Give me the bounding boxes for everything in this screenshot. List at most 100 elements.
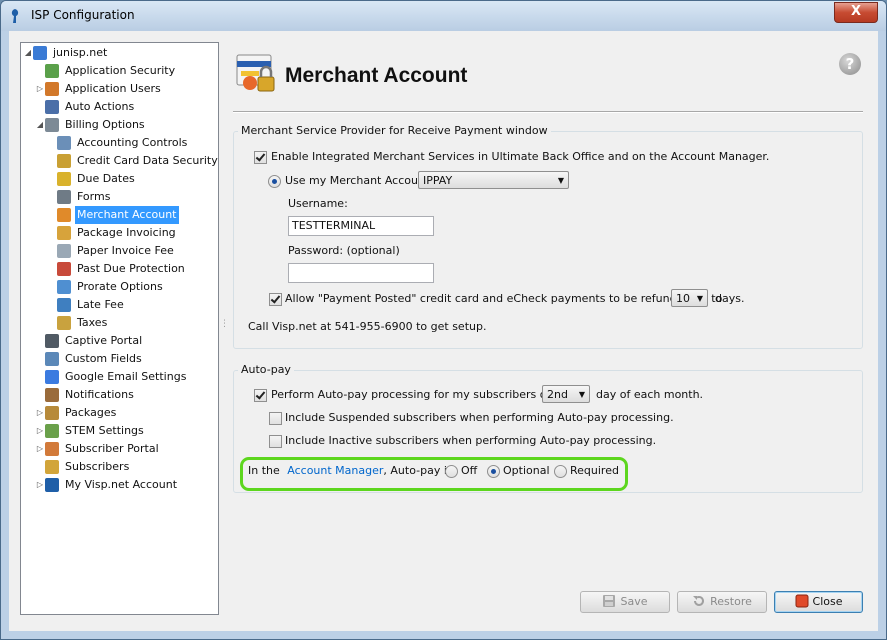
tree-item-paper-invoice-fee[interactable]: Paper Invoice Fee	[21, 242, 216, 260]
tree-item-merchant-account[interactable]: Merchant Account	[21, 205, 216, 225]
shield-icon	[45, 64, 59, 78]
taxes-icon	[57, 316, 71, 330]
tree-item-accounting-controls[interactable]: Accounting Controls	[21, 134, 216, 152]
collapsed-arrow-icon[interactable]: ▷	[35, 422, 45, 440]
autopay-optional-radio[interactable]	[487, 465, 500, 478]
tree-item-prorate-options[interactable]: Prorate Options	[21, 278, 216, 296]
window-title: ISP Configuration	[31, 8, 135, 22]
tree-item-application-users[interactable]: ▷ Application Users	[21, 80, 216, 98]
merchant-group-title: Merchant Service Provider for Receive Pa…	[238, 124, 551, 137]
portal-icon	[45, 334, 59, 348]
enable-merchant-label: Enable Integrated Merchant Services in U…	[271, 150, 770, 163]
package-invoice-icon	[57, 226, 71, 240]
merchant-provider-value: IPPAY	[423, 174, 453, 187]
tree-item-subscribers[interactable]: Subscribers	[21, 458, 216, 476]
tree-item-label: Credit Card Data Security	[77, 154, 218, 167]
autopay-off-label: Off	[461, 464, 478, 477]
clock-icon	[45, 100, 59, 114]
tree-item-stem-settings[interactable]: ▷ STEM Settings	[21, 422, 216, 440]
tree-item-my-visp-net-account[interactable]: ▷ My Visp.net Account	[21, 476, 216, 494]
chevron-down-icon: ▼	[557, 176, 564, 185]
subscriber-portal-icon	[45, 442, 59, 456]
allow-refund-checkbox[interactable]	[269, 293, 282, 306]
expanded-arrow-icon[interactable]: ◢	[23, 44, 33, 62]
expanded-arrow-icon[interactable]: ◢	[35, 116, 45, 134]
tree-item-credit-card-data-security[interactable]: Credit Card Data Security	[21, 152, 218, 170]
visp-logo-icon	[11, 9, 19, 23]
autopay-required-radio[interactable]	[554, 465, 567, 478]
autopay-required-label: Required	[570, 464, 619, 477]
google-icon	[45, 370, 59, 384]
tree-item-label: Package Invoicing	[77, 226, 176, 239]
title-bar[interactable]: ISP Configuration X	[1, 1, 886, 31]
packages-icon	[45, 406, 59, 420]
merchant-provider-select[interactable]: IPPAY ▼	[418, 171, 569, 189]
autopay-group-title: Auto-pay	[238, 363, 294, 376]
tree-item-auto-actions[interactable]: Auto Actions	[21, 98, 216, 116]
tree-item-label: Captive Portal	[65, 334, 143, 347]
collapsed-arrow-icon[interactable]: ▷	[35, 440, 45, 458]
tree-item-junisp-net[interactable]: ◢ junisp.net	[21, 44, 216, 62]
late-fee-icon	[57, 298, 71, 312]
include-inactive-label: Include Inactive subscribers when perfor…	[285, 434, 657, 447]
perform-autopay-checkbox[interactable]	[254, 389, 267, 402]
tree-item-past-due-protection[interactable]: Past Due Protection	[21, 260, 216, 278]
collapsed-arrow-icon[interactable]: ▷	[35, 404, 45, 422]
enable-merchant-checkbox[interactable]	[254, 151, 267, 164]
tree-item-label: Billing Options	[65, 118, 145, 131]
tree-item-label: junisp.net	[53, 46, 108, 59]
merchant-service-group	[233, 131, 863, 349]
tree-item-custom-fields[interactable]: Custom Fields	[21, 350, 216, 368]
splitter-grip[interactable]: ⋮	[220, 319, 229, 333]
call-visp-text: Call Visp.net at 541-955-6900 to get set…	[248, 320, 487, 333]
collapsed-arrow-icon[interactable]: ▷	[35, 80, 45, 98]
use-my-merchant-radio[interactable]	[268, 175, 281, 188]
autopay-off-radio[interactable]	[445, 465, 458, 478]
tree-item-billing-options[interactable]: ◢ Billing Options	[21, 116, 216, 134]
tree-item-label: Taxes	[77, 316, 108, 329]
collapsed-arrow-icon[interactable]: ▷	[35, 476, 45, 494]
autopay-day-select[interactable]: 2nd ▼	[542, 385, 590, 403]
header-divider	[233, 111, 863, 113]
settings-tree[interactable]: ◢ junisp.net Application Security ▷ Applicat…	[20, 42, 219, 615]
merchant-lock-icon	[57, 208, 71, 222]
restore-button-label: Restore	[710, 595, 752, 608]
include-inactive-checkbox[interactable]	[269, 435, 282, 448]
help-icon[interactable]: ?	[839, 53, 861, 75]
tree-item-notifications[interactable]: Notifications	[21, 386, 216, 404]
tree-item-captive-portal[interactable]: Captive Portal	[21, 332, 216, 350]
include-suspended-checkbox[interactable]	[269, 412, 282, 425]
tree-item-forms[interactable]: Forms	[21, 188, 216, 206]
stem-icon	[45, 424, 59, 438]
tree-item-label: STEM Settings	[65, 424, 144, 437]
tree-item-subscriber-portal[interactable]: ▷ Subscriber Portal	[21, 440, 216, 458]
tree-item-late-fee[interactable]: Late Fee	[21, 296, 216, 314]
password-input[interactable]	[288, 263, 434, 283]
restore-button[interactable]: Restore	[677, 591, 767, 613]
tree-item-label: Due Dates	[77, 172, 135, 185]
close-red-icon	[795, 594, 809, 608]
printer-icon	[57, 190, 71, 204]
username-input[interactable]: TESTTERMINAL	[288, 216, 434, 236]
tree-item-label: My Visp.net Account	[65, 478, 178, 491]
use-my-merchant-label: Use my Merchant Account:	[285, 174, 433, 187]
custom-fields-icon	[45, 352, 59, 366]
autopay-day-value: 2nd	[547, 388, 568, 401]
in-the-text: In the	[248, 464, 280, 477]
tree-item-package-invoicing[interactable]: Package Invoicing	[21, 224, 216, 242]
account-manager-link[interactable]: Account Manager	[287, 464, 383, 477]
tree-item-due-dates[interactable]: Due Dates	[21, 170, 216, 188]
tree-item-label: Application Users	[65, 82, 161, 95]
save-button[interactable]: Save	[580, 591, 670, 613]
close-button[interactable]: Close	[774, 591, 863, 613]
autopay-optional-label: Optional	[503, 464, 550, 477]
window-close-button[interactable]: X	[834, 2, 878, 23]
tree-item-packages[interactable]: ▷ Packages	[21, 404, 216, 422]
warning-document-icon	[57, 262, 71, 276]
refund-days-select[interactable]: 10 ▼	[671, 289, 708, 307]
tree-item-application-security[interactable]: Application Security	[21, 62, 216, 80]
include-suspended-label: Include Suspended subscribers when perfo…	[285, 411, 674, 424]
tree-item-taxes[interactable]: Taxes	[21, 314, 216, 332]
tree-item-google-email-settings[interactable]: Google Email Settings	[21, 368, 216, 386]
close-button-label: Close	[812, 595, 843, 608]
